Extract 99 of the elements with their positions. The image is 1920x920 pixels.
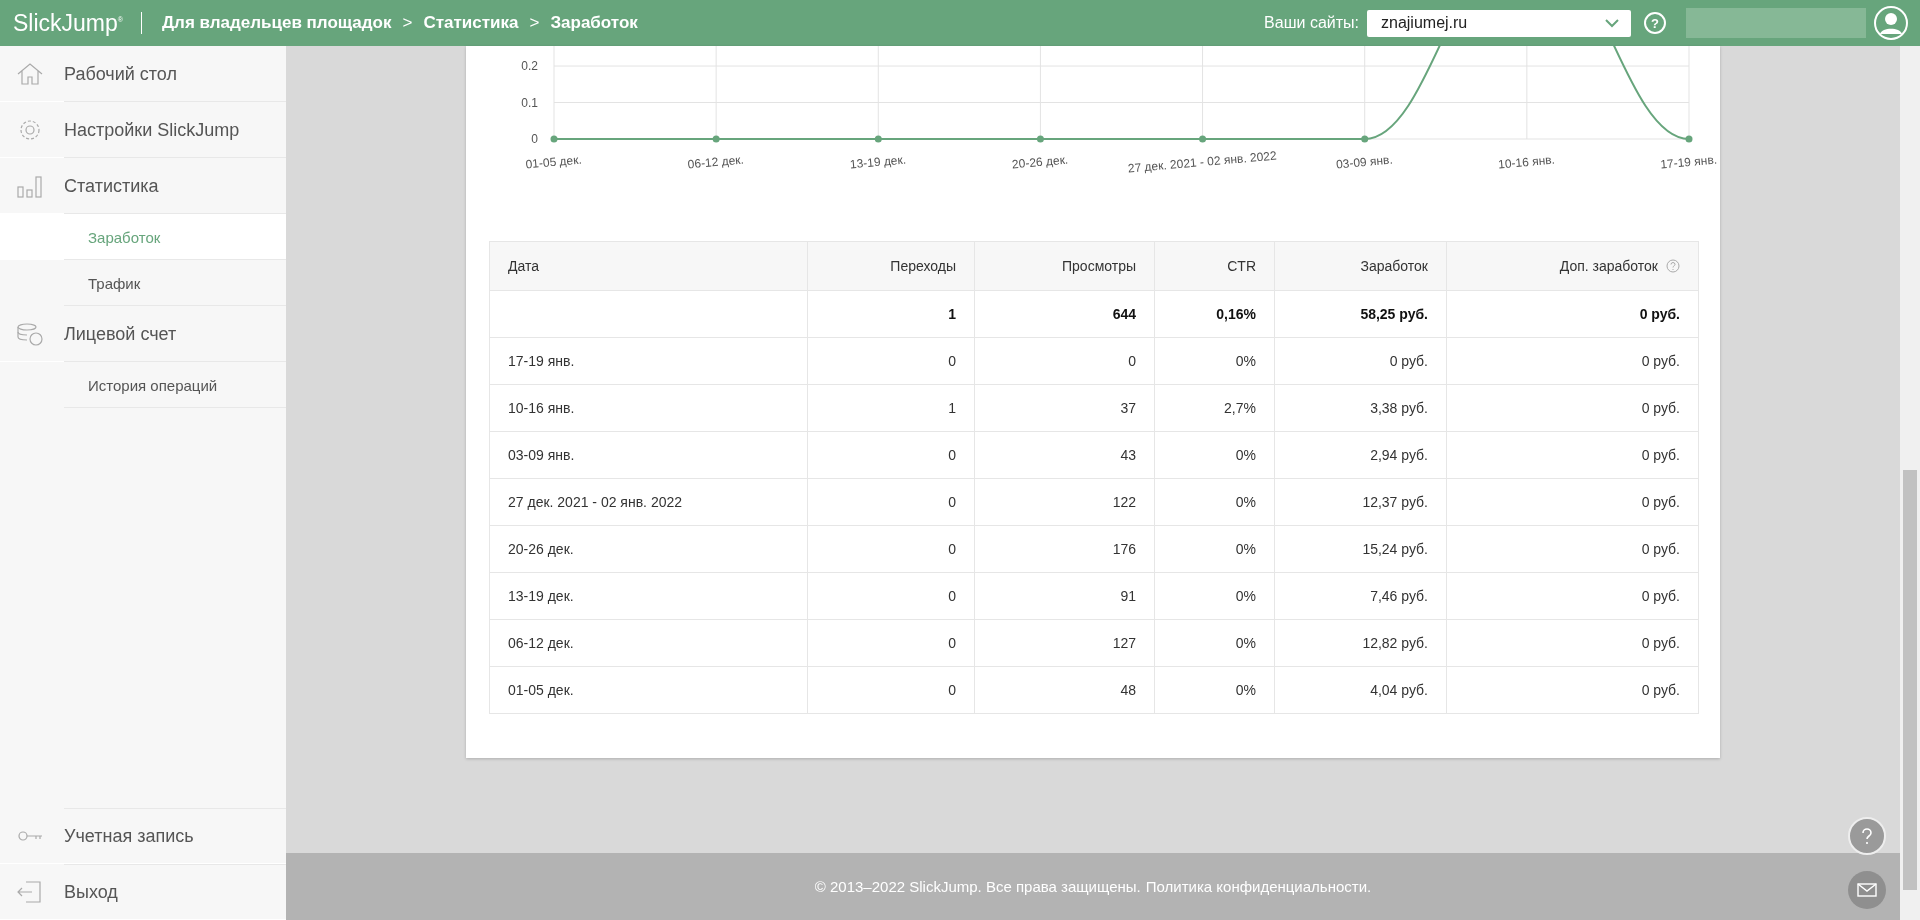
chevron-down-icon: [1605, 18, 1619, 28]
chart-point: [550, 135, 558, 143]
y-tick-label: 0.1: [521, 95, 538, 110]
x-tick-label: 03-09 янв.: [1335, 152, 1394, 172]
table-cell: 644: [1112, 306, 1136, 322]
table-cell: 176: [1112, 541, 1136, 557]
table-cell: 10-16 янв.: [508, 400, 575, 416]
table-cell: 27 дек. 2021 - 02 янв. 2022: [508, 494, 683, 510]
table-cell: 91: [1120, 588, 1136, 604]
table-cell: 0%: [1235, 447, 1256, 463]
column-header: Доп. заработок: [1446, 241, 1699, 291]
table-cell: 0 руб.: [1641, 588, 1680, 604]
copyright-text: © 2013–2022 SlickJump. Все права защищены.: [814, 878, 1141, 895]
table-cell: 0: [948, 588, 956, 604]
table-cell: 2,94 руб.: [1370, 447, 1428, 463]
sidebar-item[interactable]: Лицевой счет: [0, 306, 286, 362]
table-cell: 0%: [1235, 635, 1256, 651]
sidebar-icon: [16, 879, 44, 905]
table-cell: 17-19 янв.: [508, 353, 575, 369]
table-cell: 2,7%: [1224, 400, 1256, 416]
column-header: CTR: [1154, 241, 1275, 291]
table-cell: 0%: [1235, 588, 1256, 604]
help-icon: [1666, 259, 1680, 273]
sidebar-subitem[interactable]: Трафик: [0, 260, 286, 306]
table-cell: 0 руб.: [1389, 353, 1428, 369]
y-tick-label: 0.2: [521, 59, 538, 74]
sidebar-icon: [16, 321, 44, 347]
table-cell: 7,46 руб.: [1370, 588, 1428, 604]
table-cell: 0: [1128, 353, 1136, 369]
site-select[interactable]: znajiumej.ru: [1367, 9, 1631, 37]
x-tick-label: 13-19 дек.: [849, 152, 907, 172]
column-header: Переходы: [807, 241, 975, 291]
table-cell: 0,16%: [1216, 306, 1256, 322]
table-cell: 0 руб.: [1641, 635, 1680, 651]
breadcrumb-separator: >: [402, 13, 413, 33]
table-cell: 4,04 руб.: [1370, 682, 1428, 698]
table-cell: 0: [948, 541, 956, 557]
x-tick-label: 27 дек. 2021 - 02 янв. 2022: [1127, 148, 1278, 176]
sidebar-icon: [16, 173, 44, 199]
table-cell: 122: [1112, 494, 1136, 510]
table-cell: 0 руб.: [1641, 682, 1680, 698]
table-cell: 0 руб.: [1641, 494, 1680, 510]
table-cell: 06-12 дек.: [508, 635, 574, 651]
table-cell: 12,37 руб.: [1362, 494, 1428, 510]
x-tick-label: 10-16 янв.: [1497, 152, 1556, 172]
table-cell: 1: [948, 306, 956, 322]
chart-point: [874, 135, 882, 143]
sidebar-item[interactable]: Настройки SlickJump: [0, 102, 286, 158]
chart-point: [1036, 135, 1044, 143]
user-avatar-icon[interactable]: [1874, 6, 1908, 40]
column-header: Дата: [489, 241, 808, 291]
column-header: Заработок: [1274, 241, 1447, 291]
chart-point: [1361, 135, 1369, 143]
table-cell: 0 руб.: [1641, 353, 1680, 369]
table-cell: 0: [948, 635, 956, 651]
sites-label: Ваши сайты:: [1264, 14, 1359, 32]
sidebar-subitem[interactable]: История операций: [0, 362, 286, 408]
envelope-icon: [1857, 883, 1877, 897]
table-cell: 0%: [1235, 682, 1256, 698]
sidebar-item[interactable]: Выход: [0, 864, 286, 920]
sidebar-icon: [16, 61, 44, 87]
table-cell: 0: [948, 353, 956, 369]
sidebar-item[interactable]: Рабочий стол: [0, 46, 286, 102]
table-cell: 48: [1120, 682, 1136, 698]
table-cell: 12,82 руб.: [1362, 635, 1428, 651]
table-cell: 43: [1120, 447, 1136, 463]
table-cell: 03-09 янв.: [508, 447, 575, 463]
table-cell: 0%: [1235, 541, 1256, 557]
table-cell: 0: [948, 682, 956, 698]
chart-point: [712, 135, 720, 143]
table-cell: 01-05 дек.: [508, 682, 574, 698]
table-cell: 20-26 дек.: [508, 541, 574, 557]
table-cell: 0: [948, 494, 956, 510]
x-tick-label: 17-19 янв.: [1659, 152, 1718, 172]
x-tick-label: 20-26 дек.: [1011, 152, 1069, 172]
table-cell: 127: [1112, 635, 1136, 651]
table-cell: 0%: [1235, 494, 1256, 510]
table-cell: 0 руб.: [1641, 447, 1680, 463]
x-tick-label: 06-12 дек.: [687, 152, 745, 172]
table-cell: 15,24 руб.: [1362, 541, 1428, 557]
chart-point: [1199, 135, 1207, 143]
table-cell: 0 руб.: [1641, 541, 1680, 557]
table-cell: 58,25 руб.: [1360, 306, 1428, 322]
sidebar-item[interactable]: Учетная запись: [0, 808, 286, 864]
table-cell: 0: [948, 447, 956, 463]
column-header: Просмотры: [974, 241, 1155, 291]
help-button[interactable]: [1848, 817, 1886, 855]
table-cell: 0 руб.: [1639, 306, 1680, 322]
x-tick-label: 01-05 дек.: [525, 152, 583, 172]
table-cell: 1: [948, 400, 956, 416]
table-cell: 37: [1120, 400, 1136, 416]
table-cell: 0%: [1235, 353, 1256, 369]
table-cell: 3,38 руб.: [1370, 400, 1428, 416]
table-cell: 13-19 дек.: [508, 588, 574, 604]
breadcrumb-separator: >: [529, 13, 540, 33]
table-cell: 0 руб.: [1641, 400, 1680, 416]
chart-point: [1685, 135, 1693, 143]
y-tick-label: 0: [531, 132, 538, 146]
sidebar-item[interactable]: Статистика: [0, 158, 286, 214]
